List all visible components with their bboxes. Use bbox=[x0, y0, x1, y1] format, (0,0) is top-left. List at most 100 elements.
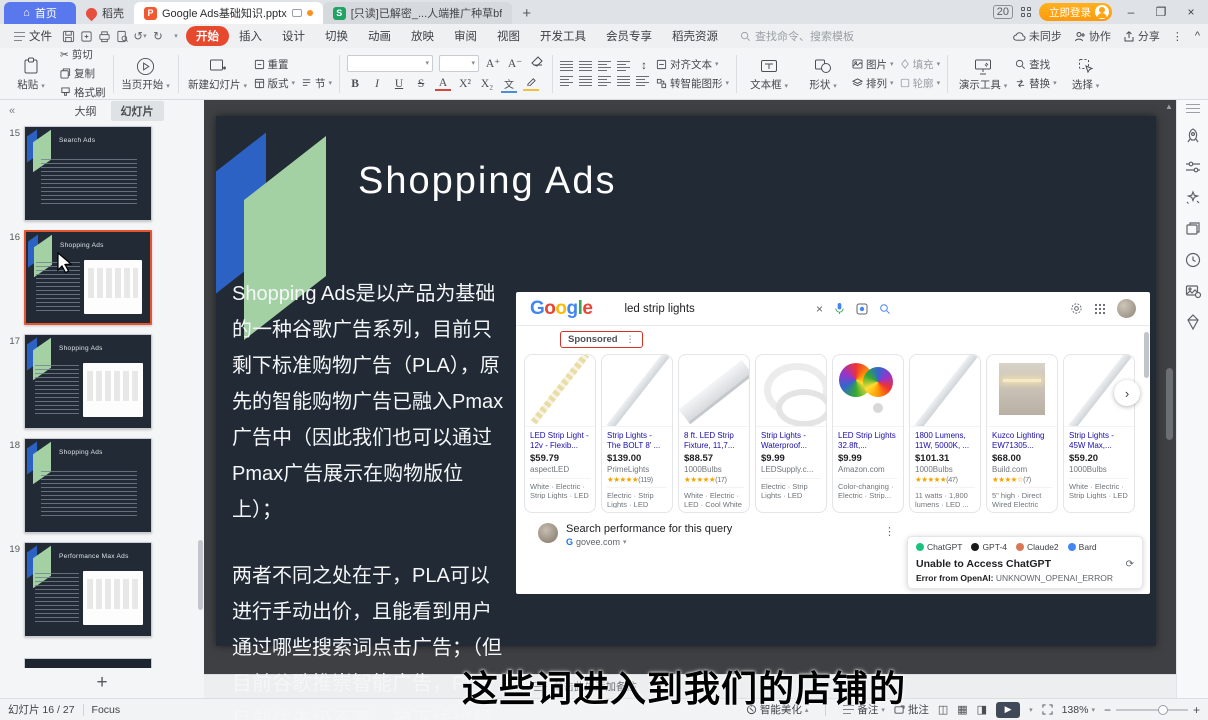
more-menu-icon[interactable]: ⋮ bbox=[1172, 30, 1183, 43]
zoom-track[interactable] bbox=[1116, 709, 1188, 711]
slide-sorter-view-icon[interactable]: ▦ bbox=[957, 703, 967, 716]
close-button[interactable]: × bbox=[1180, 5, 1202, 19]
product-title[interactable]: LED Strip Lights 32.8ft,... bbox=[838, 431, 898, 451]
convert-smartart-button[interactable]: 转智能图形▾ bbox=[656, 76, 729, 91]
menu-tab[interactable]: 开始 bbox=[186, 26, 229, 46]
panel-list-icon[interactable] bbox=[1186, 104, 1200, 114]
search-query-input[interactable]: led strip lights bbox=[624, 303, 694, 315]
align-center-icon[interactable] bbox=[579, 76, 592, 87]
minimize-button[interactable]: – bbox=[1120, 5, 1142, 19]
file-menu[interactable]: 文件 bbox=[8, 28, 58, 44]
thumbnail-scrollbar[interactable] bbox=[198, 540, 203, 610]
font-family-select[interactable]: ▾ bbox=[347, 55, 433, 72]
canvas-scroll-up-icon[interactable]: ▲ bbox=[1164, 102, 1174, 111]
settings-gear-icon[interactable] bbox=[1070, 302, 1083, 315]
normal-view-icon[interactable]: ◫ bbox=[938, 703, 948, 716]
increase-indent-icon[interactable] bbox=[617, 61, 630, 72]
clear-search-icon[interactable]: × bbox=[816, 302, 823, 316]
slide-thumbnail-partial[interactable] bbox=[24, 658, 152, 668]
tab-outline[interactable]: 大纲 bbox=[65, 101, 107, 121]
product-card[interactable]: 1800 Lumens, 11W, 5000K, ... $101.31 100… bbox=[909, 354, 981, 513]
device-sync-icon[interactable]: 20 bbox=[993, 5, 1013, 19]
product-card[interactable]: Strip Lights - 45W Max,... $59.20 1000Bu… bbox=[1063, 354, 1135, 513]
voice-search-icon[interactable] bbox=[834, 302, 845, 315]
refresh-icon[interactable]: ⟳ bbox=[1126, 559, 1134, 570]
ai-widget-tab[interactable]: ChatGPT bbox=[916, 542, 962, 552]
bold-button[interactable]: B bbox=[347, 78, 363, 90]
layout-button[interactable]: 版式▾ bbox=[254, 76, 296, 91]
login-button[interactable]: 立即登录 bbox=[1039, 3, 1112, 21]
product-card[interactable]: Kuzco Lighting EW71305... $68.00 Build.c… bbox=[986, 354, 1058, 513]
history-clock-icon[interactable] bbox=[1184, 251, 1202, 269]
tab-home[interactable]: ⌂ 首页 bbox=[4, 2, 76, 24]
textbox-button[interactable]: 文本框 ▾ bbox=[744, 51, 794, 97]
image-tools-icon[interactable] bbox=[1184, 282, 1202, 300]
superscript-button[interactable]: X² bbox=[457, 78, 473, 90]
shapes-button[interactable]: 形状 ▾ bbox=[798, 51, 848, 97]
product-card[interactable]: Strip Lights - The BOLT 8' ... $139.00 P… bbox=[601, 354, 673, 513]
slideshow-play-button[interactable]: ▶ bbox=[996, 702, 1020, 718]
paste-button[interactable]: 粘贴 ▾ bbox=[6, 51, 56, 97]
phonetic-guide-button[interactable]: 文 bbox=[501, 76, 517, 93]
font-color-button[interactable]: A bbox=[435, 77, 451, 91]
clear-format-button[interactable] bbox=[529, 56, 545, 70]
zoom-in-button[interactable]: + bbox=[1193, 703, 1200, 717]
layers-icon[interactable] bbox=[1184, 220, 1202, 238]
underline-button[interactable]: U bbox=[391, 78, 407, 90]
slide-thumbnail[interactable]: Shopping Ads bbox=[24, 334, 152, 429]
collapse-panel-button[interactable]: « bbox=[0, 105, 24, 117]
notes-toggle-button[interactable]: 备注▾ bbox=[843, 702, 885, 717]
google-account-avatar[interactable] bbox=[1117, 299, 1136, 318]
align-right-icon[interactable] bbox=[598, 76, 611, 87]
menu-tab[interactable]: 放映 bbox=[401, 26, 444, 46]
reset-button[interactable]: 重置 bbox=[254, 57, 333, 72]
zoom-level[interactable]: 138%▾ bbox=[1062, 704, 1095, 716]
find-button[interactable]: 查找 bbox=[1015, 57, 1057, 72]
canvas-scrollbar[interactable] bbox=[1166, 368, 1173, 440]
product-title[interactable]: 8 ft. LED Strip Fixture, 11,7... bbox=[684, 431, 744, 451]
product-card[interactable]: LED Strip Lights 32.8ft,... $9.99 Amazon… bbox=[832, 354, 904, 513]
line-spacing-icon[interactable]: ↕ bbox=[636, 60, 652, 72]
google-apps-grid-icon[interactable] bbox=[1094, 303, 1106, 315]
menu-tab[interactable]: 视图 bbox=[487, 26, 530, 46]
outline-button[interactable]: 轮廓▾ bbox=[900, 76, 941, 91]
menu-tab[interactable]: 切换 bbox=[315, 26, 358, 46]
merchant-source[interactable]: G govee.com ▾ bbox=[566, 537, 732, 547]
cut-button[interactable]: ✂剪切 bbox=[60, 47, 106, 62]
tab-slides[interactable]: 幻灯片 bbox=[111, 101, 164, 121]
product-title[interactable]: Kuzco Lighting EW71305... bbox=[992, 431, 1052, 451]
zoom-knob[interactable] bbox=[1158, 705, 1168, 715]
product-card[interactable]: 8 ft. LED Strip Fixture, 11,7... $88.57 … bbox=[678, 354, 750, 513]
quick-access-more-icon[interactable]: ▾ bbox=[168, 28, 184, 44]
ai-widget-tab[interactable]: Bard bbox=[1068, 542, 1097, 552]
ai-widget-tab[interactable]: GPT-4 bbox=[971, 542, 1007, 552]
decrease-font-button[interactable]: A⁻ bbox=[507, 56, 523, 70]
format-painter-button[interactable]: 格式刷 bbox=[60, 85, 106, 100]
resource-diamond-icon[interactable] bbox=[1184, 313, 1202, 331]
slide-thumbnail[interactable]: Search Ads bbox=[24, 126, 152, 221]
sponsored-menu-icon[interactable]: ⋮ bbox=[626, 334, 635, 345]
numbered-list-icon[interactable] bbox=[579, 61, 592, 72]
new-tab-button[interactable]: + bbox=[512, 2, 541, 24]
restore-button[interactable]: ❐ bbox=[1150, 5, 1172, 19]
align-text-button[interactable]: 对齐文本▾ bbox=[656, 57, 729, 72]
arrange-button[interactable]: 排列▾ bbox=[852, 76, 894, 91]
increase-font-button[interactable]: A⁺ bbox=[485, 56, 501, 70]
export-icon[interactable] bbox=[78, 28, 94, 44]
tab-spreadsheet[interactable]: S [只读]已解密_...人端推广种草bf bbox=[323, 2, 513, 24]
collapse-ribbon-icon[interactable]: ^ bbox=[1195, 30, 1200, 42]
menu-tab[interactable]: 设计 bbox=[272, 26, 315, 46]
fill-button[interactable]: 填充▾ bbox=[900, 57, 941, 72]
play-options-icon[interactable]: ▾ bbox=[1029, 706, 1033, 714]
reading-view-icon[interactable]: ◨ bbox=[977, 703, 987, 716]
current-slide[interactable]: Shopping Ads Shopping Ads是以产品为基础的一种谷歌广告系… bbox=[216, 116, 1156, 646]
product-title[interactable]: LED Strip Light - 12v - Flexib... bbox=[530, 431, 590, 451]
product-title[interactable]: Strip Lights - Waterproof... bbox=[761, 431, 821, 451]
new-slide-button[interactable]: 新建幻灯片 ▾ bbox=[186, 51, 250, 97]
print-icon[interactable] bbox=[96, 28, 112, 44]
bullet-list-icon[interactable] bbox=[560, 61, 573, 72]
slide-thumbnail[interactable]: Shopping Ads bbox=[24, 230, 152, 325]
section-button[interactable]: 节▾ bbox=[301, 76, 332, 91]
workspace-grid-icon[interactable] bbox=[1021, 7, 1031, 17]
italic-button[interactable]: I bbox=[369, 78, 385, 90]
